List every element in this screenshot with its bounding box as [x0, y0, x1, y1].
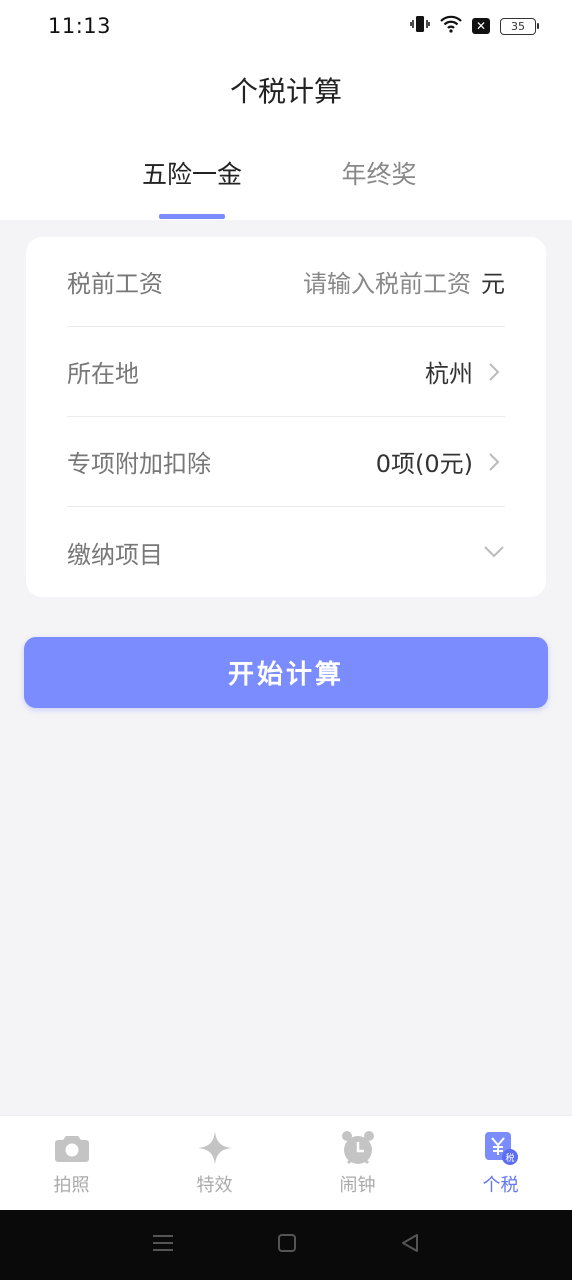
tab-year-end-bonus[interactable]: 年终奖	[341, 155, 416, 191]
status-icons: ✕ 35	[410, 15, 539, 37]
tab-insurance[interactable]: 五险一金	[142, 155, 242, 191]
nav-label-camera: 拍照	[53, 1175, 90, 1196]
form-card: 税前工资 请输入税前工资 元 所在地 杭州 专项附加扣除 0项(0元) 缴纳项目	[26, 237, 546, 597]
salary-label: 税前工资	[67, 270, 163, 298]
tax-yuan-icon: 税	[482, 1129, 520, 1167]
wifi-icon	[440, 15, 462, 37]
page-title: 个税计算	[229, 75, 342, 108]
start-calculate-button[interactable]: 开始计算	[24, 637, 548, 708]
status-time: 11:13	[48, 14, 112, 38]
alarm-clock-icon	[339, 1129, 377, 1167]
svg-text:税: 税	[505, 1152, 514, 1164]
chevron-right-icon	[483, 451, 505, 473]
deduction-value: 0项(0元)	[375, 450, 473, 478]
nav-item-alarm[interactable]: 闹钟	[286, 1116, 429, 1210]
back-icon[interactable]	[400, 1233, 420, 1257]
bottom-nav: 拍照 特效 闹钟 税 个税	[0, 1115, 572, 1210]
sparkle-icon	[196, 1129, 234, 1167]
battery-icon: 35	[500, 17, 539, 35]
system-nav-bar	[0, 1210, 572, 1280]
tab-bar: 五险一金 年终奖	[0, 155, 572, 220]
nav-label-alarm: 闹钟	[339, 1175, 376, 1196]
items-row[interactable]: 缴纳项目	[67, 507, 505, 597]
chevron-right-icon	[483, 361, 505, 383]
deduction-row[interactable]: 专项附加扣除 0项(0元)	[67, 417, 505, 507]
deduction-label: 专项附加扣除	[67, 450, 211, 478]
nav-item-tax[interactable]: 税 个税	[429, 1116, 572, 1210]
camera-icon	[53, 1129, 91, 1167]
status-bar: 11:13 ✕ 35	[0, 0, 572, 52]
salary-input[interactable]: 请输入税前工资	[303, 264, 471, 299]
chevron-down-icon[interactable]	[483, 541, 505, 563]
salary-row[interactable]: 税前工资 请输入税前工资 元	[67, 237, 505, 327]
tab-indicator	[159, 214, 225, 219]
home-icon[interactable]	[277, 1233, 297, 1257]
nav-label-tax: 个税	[482, 1175, 519, 1196]
sim-off-icon: ✕	[472, 18, 490, 34]
nav-item-camera[interactable]: 拍照	[0, 1116, 143, 1210]
menu-icon[interactable]	[152, 1233, 174, 1257]
nav-item-effects[interactable]: 特效	[143, 1116, 286, 1210]
vibrate-icon	[410, 15, 430, 37]
location-row[interactable]: 所在地 杭州	[67, 327, 505, 417]
items-label: 缴纳项目	[67, 540, 163, 569]
nav-label-effects: 特效	[196, 1175, 233, 1196]
header: 个税计算 五险一金 年终奖	[0, 52, 572, 220]
location-value: 杭州	[425, 360, 473, 388]
salary-unit: 元	[481, 270, 505, 298]
location-label: 所在地	[67, 360, 139, 388]
